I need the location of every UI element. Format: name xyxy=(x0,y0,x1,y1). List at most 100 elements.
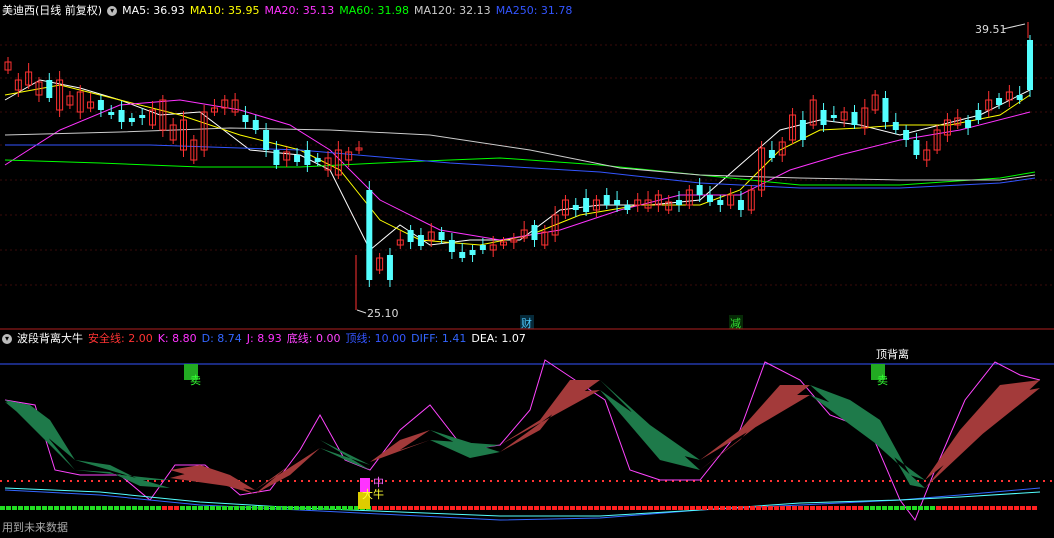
candle xyxy=(417,228,424,250)
status-segment xyxy=(774,506,779,510)
indicator-legend-item-5: 顶线: 10.00 xyxy=(345,332,407,345)
ma250-line xyxy=(5,144,1036,189)
ma-legend-item-3: MA60: 31.98 xyxy=(339,4,409,17)
candle-body xyxy=(830,115,837,118)
status-segment xyxy=(396,506,401,510)
candle-body xyxy=(531,225,538,240)
status-segment xyxy=(270,506,275,510)
candle xyxy=(830,106,837,122)
status-segment xyxy=(90,506,95,510)
reduce-marker[interactable]: 减 xyxy=(730,317,741,330)
finance-marker[interactable]: 财 xyxy=(521,316,532,330)
status-segment xyxy=(798,506,803,510)
status-segment xyxy=(168,506,173,510)
status-segment xyxy=(246,506,251,510)
status-segment xyxy=(528,506,533,510)
indicator-plot[interactable] xyxy=(0,359,1054,522)
status-segment xyxy=(54,506,59,510)
indicator-legend-item-7: DEA: 1.07 xyxy=(471,332,526,345)
status-segment xyxy=(300,506,305,510)
status-segment xyxy=(918,506,923,510)
status-segment xyxy=(582,506,587,510)
status-segment xyxy=(0,506,5,510)
candle xyxy=(923,141,931,167)
status-segment xyxy=(102,506,107,510)
status-segment xyxy=(552,506,557,510)
status-segment xyxy=(132,506,137,510)
status-segment xyxy=(348,506,353,510)
status-segment xyxy=(390,506,395,510)
chevron-down-icon[interactable]: ▾ xyxy=(107,6,118,16)
indicator-legend-item-3: J: 8.93 xyxy=(246,332,282,345)
candle-body xyxy=(1027,40,1033,90)
candle xyxy=(717,195,724,212)
ma-legend-item-2: MA20: 35.13 xyxy=(264,4,335,17)
candle xyxy=(820,103,827,132)
status-segment xyxy=(138,506,143,510)
candle xyxy=(727,188,735,209)
status-segment xyxy=(570,506,575,510)
candle xyxy=(46,73,53,102)
candle xyxy=(1016,86,1023,104)
candle-body xyxy=(903,130,910,140)
status-segment xyxy=(156,506,161,510)
d-band-up xyxy=(170,465,255,494)
candle-body xyxy=(273,150,280,165)
status-segment xyxy=(660,506,665,510)
candle-body xyxy=(737,200,744,210)
status-segment xyxy=(468,506,473,510)
status-segment xyxy=(1032,506,1037,510)
status-segment xyxy=(876,506,881,510)
status-segment xyxy=(732,506,737,510)
status-segment xyxy=(594,506,599,510)
status-segment xyxy=(972,506,977,510)
candle-body xyxy=(128,118,135,122)
indicator-legend-item-2: D: 8.74 xyxy=(201,332,242,345)
status-segment xyxy=(750,506,755,510)
status-segment xyxy=(438,506,443,510)
candle xyxy=(510,233,518,249)
chart-canvas[interactable]: 39.51 25.10 财 减 卖 卖 顶背离 中 大牛 xyxy=(0,0,1054,538)
indicator-name[interactable]: 波段背离大牛 xyxy=(17,332,83,345)
status-segment xyxy=(48,506,53,510)
candle xyxy=(210,99,218,116)
candle-body xyxy=(118,110,125,122)
candle xyxy=(469,245,476,262)
candle-body xyxy=(417,235,424,246)
status-segment xyxy=(126,506,131,510)
candlestick-series[interactable] xyxy=(4,22,1033,310)
status-segment xyxy=(96,506,101,510)
candle xyxy=(644,191,652,212)
ma-legend-item-1: MA10: 35.95 xyxy=(189,4,260,17)
candle-body xyxy=(996,98,1003,105)
status-segment xyxy=(648,506,653,510)
status-segment xyxy=(522,506,527,510)
candle xyxy=(747,185,755,214)
status-segment xyxy=(264,506,269,510)
indicator-legend: 安全线: 2.00 K: 8.80 D: 8.74 J: 8.93 底线: 0.00 顶线… xyxy=(88,332,531,345)
stock-title[interactable]: 美迪西(日线 前复权) xyxy=(2,4,102,17)
status-segment xyxy=(312,506,317,510)
d-band-up xyxy=(500,380,600,452)
candle-body xyxy=(242,115,249,122)
status-segment xyxy=(990,506,995,510)
status-segment xyxy=(624,506,629,510)
status-segment xyxy=(912,506,917,510)
chevron-down-icon[interactable]: ▾ xyxy=(2,334,12,344)
status-segment xyxy=(60,506,65,510)
status-segment xyxy=(846,506,851,510)
status-segment xyxy=(792,506,797,510)
candle-body xyxy=(820,110,827,125)
status-segment xyxy=(666,506,671,510)
status-segment xyxy=(252,506,257,510)
candle xyxy=(624,200,631,214)
candle-body xyxy=(407,230,414,242)
ma20-line xyxy=(4,99,1031,241)
status-segment xyxy=(228,506,233,510)
candle xyxy=(396,231,404,249)
candle xyxy=(933,125,941,154)
status-segment xyxy=(954,506,959,510)
candle-body xyxy=(479,245,486,250)
status-segment xyxy=(174,506,179,510)
status-segment xyxy=(114,506,119,510)
